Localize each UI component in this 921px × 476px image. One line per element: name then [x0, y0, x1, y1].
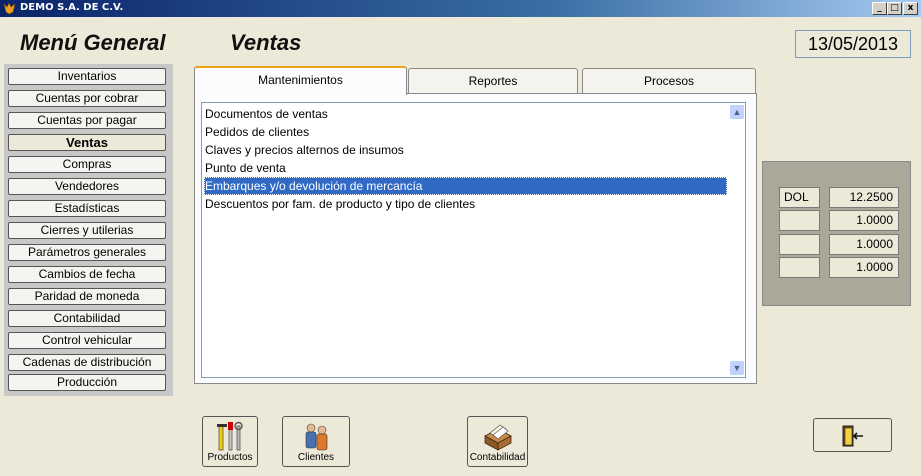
- exchange-rates-panel: DOL 12.2500 1.0000 1.0000 1.0000: [762, 161, 911, 306]
- rate-value-cell: 12.2500: [829, 187, 899, 208]
- contabilidad-label: Contabilidad: [469, 452, 526, 463]
- list-item-descuentos[interactable]: Descuentos por fam. de producto y tipo d…: [204, 195, 727, 213]
- sidebar-item-paridad-de-moneda[interactable]: Paridad de moneda: [8, 288, 166, 305]
- sidebar-item-contabilidad[interactable]: Contabilidad: [8, 310, 166, 327]
- sidebar-item-estadisticas[interactable]: Estadísticas: [8, 200, 166, 217]
- sidebar-item-inventarios[interactable]: Inventarios: [8, 68, 166, 85]
- currency-cell: DOL: [779, 187, 820, 208]
- sidebar-item-cuentas-por-cobrar[interactable]: Cuentas por cobrar: [8, 90, 166, 107]
- scroll-down-button[interactable]: ▼: [729, 360, 745, 376]
- tab-panel: Documentos de ventas Pedidos de clientes…: [194, 93, 757, 384]
- rate-value-cell: 1.0000: [829, 257, 899, 278]
- list-item-pedidos-de-clientes[interactable]: Pedidos de clientes: [204, 123, 727, 141]
- sidebar-item-cuentas-por-pagar[interactable]: Cuentas por pagar: [8, 112, 166, 129]
- currency-cell: [779, 234, 820, 255]
- productos-button[interactable]: Productos: [202, 416, 258, 467]
- clientes-button[interactable]: Clientes: [282, 416, 350, 467]
- sidebar-item-produccion[interactable]: Producción: [8, 374, 166, 391]
- title-bar: DEMO S.A. DE C.V. _ □ x: [0, 0, 921, 17]
- people-icon: [305, 423, 328, 451]
- list-item-documentos-de-ventas[interactable]: Documentos de ventas: [204, 105, 727, 123]
- productos-label: Productos: [207, 452, 253, 463]
- options-list[interactable]: Documentos de ventas Pedidos de clientes…: [201, 102, 746, 378]
- tab-reportes[interactable]: Reportes: [408, 68, 578, 94]
- list-item-punto-de-venta[interactable]: Punto de venta: [204, 159, 727, 177]
- sidebar-item-compras[interactable]: Compras: [8, 156, 166, 173]
- sidebar-item-cambios-de-fecha[interactable]: Cambios de fecha: [8, 266, 166, 283]
- sidebar-item-control-vehicular[interactable]: Control vehicular: [8, 332, 166, 349]
- tab-procesos[interactable]: Procesos: [582, 68, 756, 94]
- close-button[interactable]: x: [903, 2, 918, 15]
- tools-icon: [217, 421, 243, 451]
- card-box-icon: [484, 424, 512, 451]
- exit-button[interactable]: [813, 418, 892, 452]
- fox-logo-icon: [3, 2, 16, 15]
- sidebar-item-cadenas-de-distribucion[interactable]: Cadenas de distribución: [8, 354, 166, 371]
- sidebar: Inventarios Cuentas por cobrar Cuentas p…: [4, 64, 173, 396]
- rate-value-cell: 1.0000: [829, 210, 899, 231]
- menu-title: Menú General: [20, 30, 166, 55]
- date-display: 13/05/2013: [795, 30, 911, 58]
- sidebar-item-parametros-generales[interactable]: Parámetros generales: [8, 244, 166, 261]
- minimize-button[interactable]: _: [872, 2, 887, 15]
- list-item-embarques-devolucion[interactable]: Embarques y/o devolución de mercancía: [204, 177, 727, 195]
- tab-mantenimientos[interactable]: Mantenimientos: [194, 66, 407, 95]
- sidebar-item-ventas[interactable]: Ventas: [8, 134, 166, 151]
- sidebar-item-cierres-utilerias[interactable]: Cierres y utilerias: [8, 222, 166, 239]
- currency-cell: [779, 210, 820, 231]
- section-title: Ventas: [230, 30, 302, 55]
- rate-value-cell: 1.0000: [829, 234, 899, 255]
- maximize-button[interactable]: □: [887, 2, 902, 15]
- scroll-up-button[interactable]: ▲: [729, 104, 745, 120]
- list-item-claves-precios-alternos[interactable]: Claves y precios alternos de insumos: [204, 141, 727, 159]
- contabilidad-button[interactable]: Contabilidad: [467, 416, 528, 467]
- clientes-label: Clientes: [297, 452, 335, 463]
- window-title: DEMO S.A. DE C.V.: [20, 2, 124, 13]
- sidebar-item-vendedores[interactable]: Vendedores: [8, 178, 166, 195]
- currency-cell: [779, 257, 820, 278]
- exit-door-icon: [842, 425, 863, 447]
